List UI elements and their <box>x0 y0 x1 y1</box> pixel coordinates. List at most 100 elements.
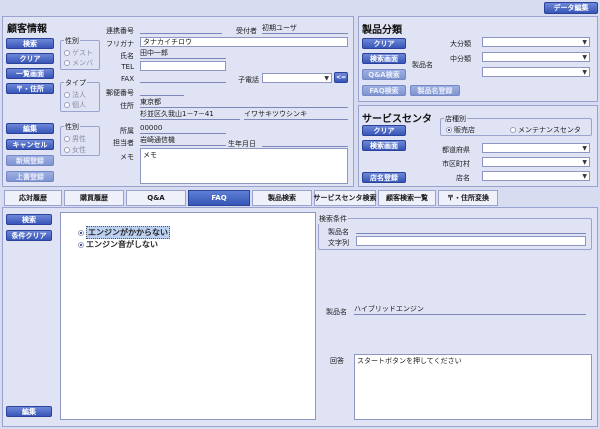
radio-individual[interactable]: 個人 <box>64 100 86 110</box>
child-phone-select[interactable]: ▼ <box>262 73 332 83</box>
chevron-down-icon: ▼ <box>582 173 587 180</box>
receiver-field[interactable]: 初期ユーザ <box>262 24 348 34</box>
condition-product-label: 製品名 <box>328 228 349 236</box>
radio-member[interactable]: メンバ <box>64 58 93 68</box>
store-register-button[interactable]: 店名登録 <box>362 172 406 183</box>
tel-input[interactable] <box>140 61 226 71</box>
radio-dealer[interactable]: 販売店 <box>446 125 475 135</box>
fax-field[interactable] <box>140 73 226 83</box>
detail-answer-textarea[interactable]: スタートボタンを押してください <box>354 354 592 420</box>
condition-product-field[interactable] <box>356 225 586 234</box>
radio-male[interactable]: 男性 <box>64 134 86 144</box>
qa-search-button[interactable]: Q&A検索 <box>362 69 406 80</box>
address2-field[interactable]: 杉並区久我山1－7－41 <box>140 110 240 120</box>
service-center-title: サービスセンタ <box>362 114 432 125</box>
chevron-down-icon: ▼ <box>582 54 587 61</box>
chevron-down-icon: ▼ <box>324 75 329 82</box>
customer-clear-button[interactable]: クリア <box>6 53 54 64</box>
member-type-group-title: 性別 <box>64 36 80 46</box>
tab-contact-history[interactable]: 応対履歴 <box>4 190 62 206</box>
city-label: 市区町村 <box>442 160 470 168</box>
fax-label: FAX <box>121 75 134 83</box>
address-label: 住所 <box>120 102 134 110</box>
affiliation-field[interactable]: 00000 <box>140 124 226 134</box>
radio-female[interactable]: 女性 <box>64 145 86 155</box>
tab-service-center-search[interactable]: サービスセンタ検索 <box>314 190 377 206</box>
customer-search-button[interactable]: 検索 <box>6 38 54 49</box>
child-phone-apply-button[interactable]: <= <box>334 72 348 83</box>
customer-title: 顧客情報 <box>7 24 47 35</box>
chevron-down-icon: ▼ <box>582 69 587 76</box>
middle-class-select[interactable]: ▼ <box>482 52 590 62</box>
search-conditions-title: 検索条件 <box>318 214 348 224</box>
child-phone-label: 子電話 <box>238 76 259 84</box>
product-search-button[interactable]: 検索画面 <box>362 53 406 64</box>
tab-address-convert[interactable]: 〒・住所変換 <box>438 190 498 206</box>
service-search-button[interactable]: 検索画面 <box>362 140 406 151</box>
customer-address-button[interactable]: 〒・住所 <box>6 83 54 94</box>
faq-list-item[interactable]: エンジンがかからない <box>78 226 170 239</box>
tel-label: TEL <box>121 63 134 71</box>
product-clear-button[interactable]: クリア <box>362 38 406 49</box>
address-kana-field[interactable]: イワサキツウシンキ <box>244 110 348 120</box>
birthday-field[interactable] <box>262 137 348 147</box>
faq-edit-button[interactable]: 編集 <box>6 406 52 417</box>
service-clear-button[interactable]: クリア <box>362 125 406 136</box>
product-class-title: 製品分類 <box>362 25 402 36</box>
tab-purchase-history[interactable]: 購買履歴 <box>64 190 124 206</box>
memo-textarea[interactable]: メモ <box>140 148 348 184</box>
name-label: 氏名 <box>120 52 134 60</box>
furigana-input[interactable]: タナカイチロウ <box>140 37 348 47</box>
store-name-select[interactable]: ▼ <box>482 171 590 181</box>
customer-overwrite-register-button[interactable]: 上書登録 <box>6 171 54 182</box>
prefecture-label: 都道府県 <box>442 146 470 154</box>
store-name-label: 店名 <box>456 174 470 182</box>
affiliation-label: 所属 <box>120 127 134 135</box>
faq-list-item[interactable]: エンジン音がしない <box>78 239 158 250</box>
major-class-label: 大分類 <box>450 40 471 48</box>
chevron-down-icon: ▼ <box>582 145 587 152</box>
radio-maintenance-center[interactable]: メンテナンスセンタ <box>510 125 581 135</box>
city-select[interactable]: ▼ <box>482 157 590 167</box>
radio-guest[interactable]: ゲスト <box>64 48 93 58</box>
address-field[interactable]: 東京都 <box>140 98 348 108</box>
tab-qa[interactable]: Q&A <box>126 190 186 206</box>
major-class-select[interactable]: ▼ <box>482 37 590 47</box>
customer-cancel-button[interactable]: キャンセル <box>6 139 54 150</box>
tab-faq[interactable]: FAQ <box>188 190 250 206</box>
receiver-label: 受付者 <box>236 27 257 35</box>
furigana-label: フリガナ <box>106 40 134 48</box>
faq-condition-clear-button[interactable]: 条件クリア <box>6 230 52 241</box>
condition-text-label: 文字列 <box>328 239 349 247</box>
product-name-label: 製品名 <box>412 61 433 69</box>
name-field[interactable]: 田中一郎 <box>140 49 226 59</box>
person-field[interactable]: 岩崎通信機 <box>140 136 226 146</box>
customer-new-register-button[interactable]: 新規登録 <box>6 155 54 166</box>
tab-product-search[interactable]: 製品検索 <box>252 190 312 206</box>
radio-corporation[interactable]: 法人 <box>64 90 86 100</box>
detail-product-value: ハイブリッドエンジン <box>354 305 586 315</box>
person-label: 担当者 <box>113 139 134 147</box>
faq-search-run-button[interactable]: 検索 <box>6 214 52 225</box>
middle-class-label: 中分類 <box>450 55 471 63</box>
product-name-select[interactable]: ▼ <box>482 67 590 77</box>
customer-edit-button[interactable]: 編集 <box>6 123 54 134</box>
chevron-down-icon: ▼ <box>582 159 587 166</box>
sex-group-title: 性別 <box>64 122 80 132</box>
customer-list-button[interactable]: 一覧画面 <box>6 68 54 79</box>
accept-no-field[interactable] <box>140 24 222 34</box>
memo-label: メモ <box>120 153 134 161</box>
accept-no-label: 連携番号 <box>106 27 134 35</box>
zip-label: 郵便番号 <box>106 89 134 97</box>
detail-answer-label: 回答 <box>330 357 344 365</box>
data-edit-button[interactable]: データ編集 <box>544 2 598 14</box>
zip-field[interactable] <box>140 86 184 96</box>
product-name-register-button[interactable]: 製品名登録 <box>410 85 460 96</box>
store-type-group-title: 店種別 <box>444 114 467 124</box>
prefecture-select[interactable]: ▼ <box>482 143 590 153</box>
chevron-down-icon: ▼ <box>582 39 587 46</box>
condition-text-input[interactable] <box>356 236 586 246</box>
faq-search-button[interactable]: FAQ検索 <box>362 85 406 96</box>
tab-customer-search-list[interactable]: 顧客検索一覧 <box>378 190 436 206</box>
customer-type-group-title: タイプ <box>64 78 87 88</box>
